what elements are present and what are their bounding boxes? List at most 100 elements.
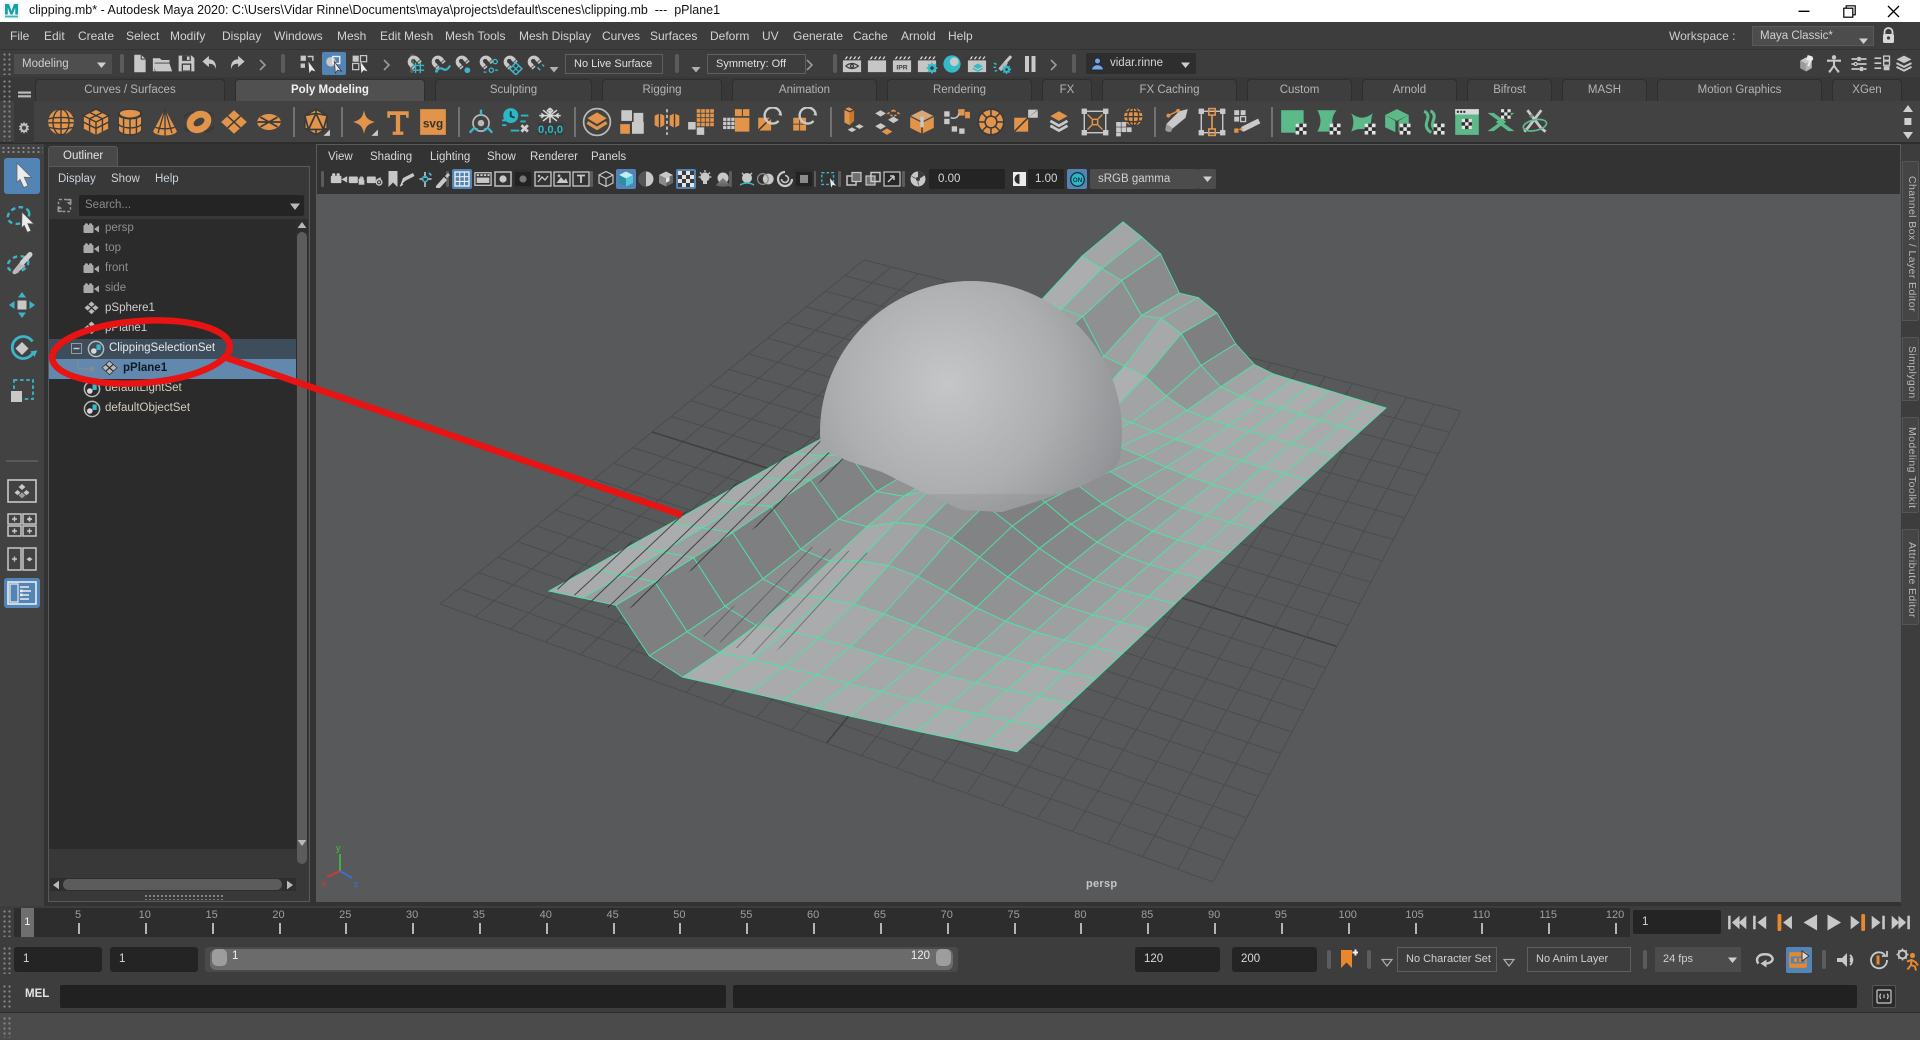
playback-loop-button[interactable] <box>1752 950 1778 975</box>
shelf-poly-torus[interactable] <box>184 107 214 137</box>
shelf-tab-sculpting[interactable]: Sculpting <box>435 79 592 101</box>
live-surface-field[interactable]: No Live Surface <box>565 54 663 74</box>
shelf-poly-disc[interactable] <box>254 107 284 137</box>
go-to-end-button[interactable] <box>1888 909 1914 935</box>
shelf-tab-bifrost[interactable]: Bifrost <box>1467 79 1552 101</box>
viewport-3d[interactable]: xyz persp <box>316 194 1901 902</box>
playback-range-bar[interactable]: 1 120 <box>205 947 958 972</box>
mute-button[interactable] <box>1835 950 1859 975</box>
shelf-scroll[interactable] <box>1901 103 1915 141</box>
menu-mesh-display[interactable]: Mesh Display <box>510 22 600 50</box>
menu-modify[interactable]: Modify <box>161 22 214 50</box>
step-back-key-button[interactable] <box>1773 909 1799 935</box>
vp-field-chart[interactable] <box>533 169 553 189</box>
menu-display[interactable]: Display <box>213 22 270 50</box>
fps-dropdown[interactable]: 24 fps <box>1655 947 1719 972</box>
shelf-reduce[interactable] <box>721 107 751 137</box>
menu-edit[interactable]: Edit <box>35 22 74 50</box>
script-editor-button[interactable] <box>1872 985 1896 1008</box>
menu-set-arrow[interactable] <box>92 54 112 74</box>
shelf-poly-plane[interactable] <box>219 107 249 137</box>
paint-select-tool[interactable] <box>4 244 40 280</box>
vp-isolate-select[interactable] <box>819 169 839 189</box>
vp-exposure[interactable] <box>908 169 928 189</box>
user-account-widget[interactable]: vidar.rinne <box>1086 53 1196 74</box>
vp-material[interactable] <box>636 169 656 189</box>
shelf-delete-history[interactable] <box>500 107 530 137</box>
vp-resolution-gate[interactable] <box>493 169 513 189</box>
workspace-dropdown[interactable]: Maya Classic* <box>1752 26 1874 46</box>
minimize-button[interactable] <box>1789 0 1819 22</box>
outliner-menu-display[interactable]: Display <box>58 173 96 185</box>
shelf-combine[interactable] <box>617 107 647 137</box>
shelf-poly-cylinder[interactable] <box>115 107 145 137</box>
shelf-tab-fx[interactable]: FX <box>1042 79 1092 101</box>
outliner-row-psphere1[interactable]: pSphere1 <box>49 299 297 319</box>
scale-tool[interactable] <box>4 373 40 409</box>
vp-copy-a[interactable] <box>844 169 864 189</box>
make-object-live[interactable] <box>523 52 548 75</box>
display-layers-toggle[interactable] <box>1892 52 1915 75</box>
shelf-tab-fx-caching[interactable]: FX Caching <box>1102 79 1237 101</box>
shelf-extrude[interactable] <box>838 107 868 137</box>
shelf-multi-cut[interactable] <box>1162 107 1192 137</box>
time-ruler[interactable]: 5101520253035404550556065707580859095100… <box>14 908 1630 937</box>
shelf-symmetrize[interactable] <box>1045 107 1075 137</box>
playblast-button[interactable] <box>1786 947 1812 973</box>
menu-cache[interactable]: Cache <box>844 22 897 50</box>
menu-edit-mesh[interactable]: Edit Mesh <box>371 22 442 50</box>
menu-arnold[interactable]: Arnold <box>892 22 945 50</box>
snap-to-points[interactable] <box>451 52 476 75</box>
statusline-separator[interactable] <box>675 54 679 73</box>
shelf-tab-xgen[interactable]: XGen <box>1832 79 1902 101</box>
save-scene[interactable] <box>174 52 199 75</box>
outliner-menu-show[interactable]: Show <box>111 173 140 185</box>
shelf-flip[interactable] <box>1011 107 1041 137</box>
menu-windows[interactable]: Windows <box>265 22 332 50</box>
render-current-frame[interactable] <box>864 52 889 75</box>
snap-to-grids[interactable] <box>403 52 428 75</box>
channel-box-toggle[interactable] <box>1847 52 1870 75</box>
shelf-circularize[interactable] <box>976 107 1006 137</box>
vp-select-camera[interactable] <box>329 169 349 189</box>
shelf-tab-arnold[interactable]: Arnold <box>1362 79 1457 101</box>
statusline-grip[interactable] <box>2 52 12 75</box>
select-component-mode[interactable] <box>348 52 372 75</box>
shelf-uv-cut[interactable] <box>1486 107 1516 137</box>
shelf-construction-plane[interactable] <box>466 107 496 137</box>
shelf-uv-camera-based[interactable] <box>1383 107 1413 137</box>
paint-effects[interactable] <box>989 52 1014 75</box>
animation-end-field[interactable]: 200 <box>1232 947 1317 972</box>
outliner-item-label[interactable]: ClippingSelectionSet <box>109 342 215 354</box>
snap-to-projected-center[interactable] <box>475 52 500 75</box>
outliner-horizontal-scrollbar[interactable] <box>50 878 296 891</box>
shelf-uv-unfold[interactable] <box>1417 107 1447 137</box>
statusline-collapse-arrow[interactable] <box>1050 58 1057 76</box>
open-render-view[interactable] <box>839 52 864 75</box>
animation-start-field[interactable]: 1 <box>14 947 102 972</box>
playback-start-field[interactable]: 1 <box>110 947 198 972</box>
vp-grease-pencil[interactable] <box>397 169 417 189</box>
shelf-menu-icon[interactable] <box>18 91 31 98</box>
shelf-grip[interactable] <box>2 79 12 141</box>
pause-viewport[interactable] <box>1017 52 1042 75</box>
outliner-vertical-scrollbar[interactable] <box>296 219 308 849</box>
menu-mesh-tools[interactable]: Mesh Tools <box>436 22 514 50</box>
outliner-item-label[interactable]: pSphere1 <box>105 302 155 314</box>
vp-anti-alias[interactable] <box>775 169 795 189</box>
shelf-bevel[interactable] <box>907 107 937 137</box>
tab-simplygon[interactable]: Simplygon <box>1902 337 1919 401</box>
vp-textured[interactable] <box>656 169 676 189</box>
shelf-poly-cube[interactable] <box>81 107 111 137</box>
shelf-uv-planar-projection[interactable] <box>1279 107 1309 137</box>
outliner-menu-help[interactable]: Help <box>155 173 179 185</box>
rotate-tool[interactable] <box>4 330 40 366</box>
vp-motion-blur[interactable] <box>756 169 776 189</box>
menu-set-selector[interactable]: Modeling <box>14 54 92 74</box>
viewport-menu-renderer[interactable]: Renderer <box>530 146 578 168</box>
character-set-arrow[interactable] <box>1381 954 1393 972</box>
shelf-svg-tool[interactable]: svg <box>418 107 448 137</box>
fps-arrow[interactable] <box>1719 947 1741 972</box>
shelf-fill-hole[interactable] <box>686 107 716 137</box>
outliner-item-label[interactable]: top <box>105 242 121 254</box>
